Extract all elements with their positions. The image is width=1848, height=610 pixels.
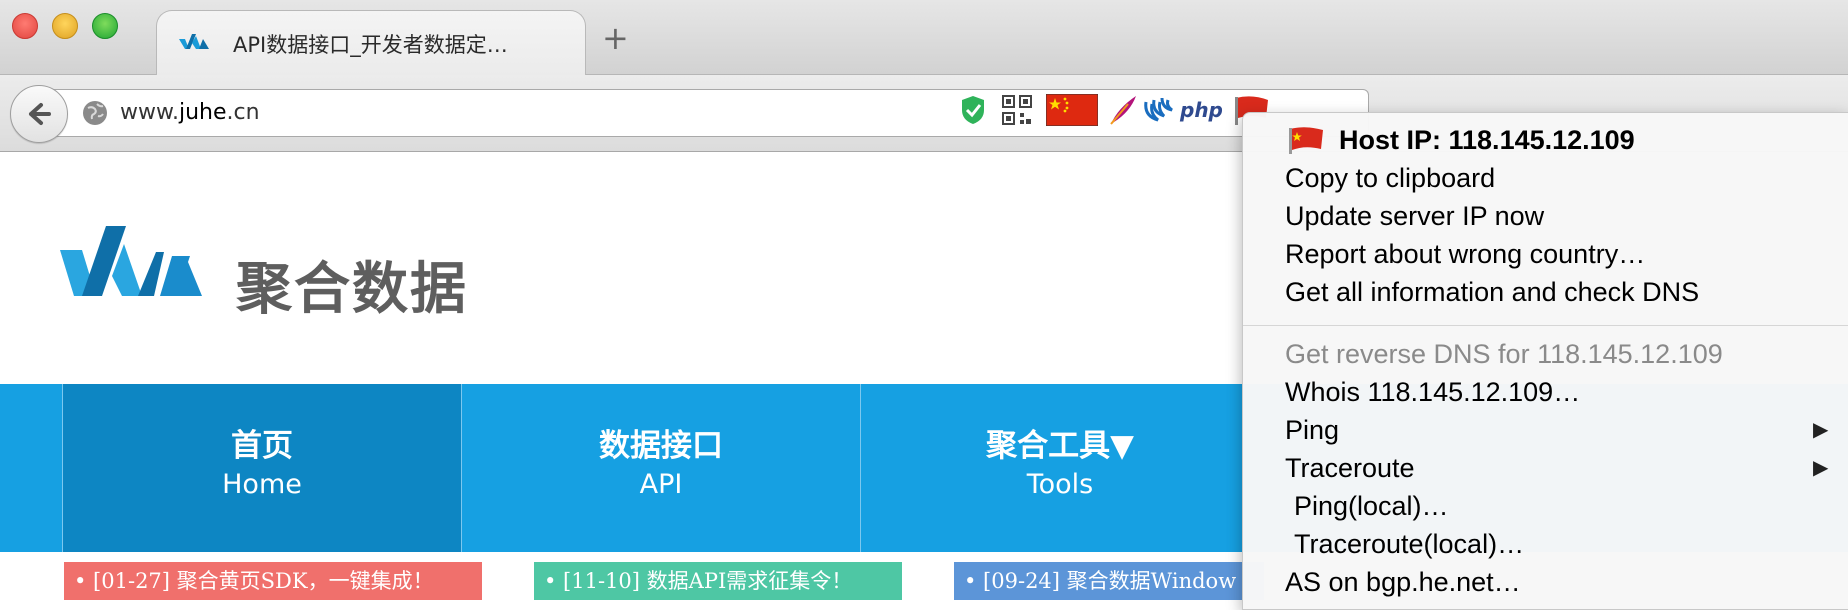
nav-item-tools[interactable]: 聚合工具▼ Tools <box>860 384 1259 552</box>
menu-item-copy-clipboard[interactable]: Copy to clipboard <box>1285 161 1495 195</box>
menu-item-ping[interactable]: Ping <box>1285 413 1339 447</box>
submenu-arrow-icon: ▶ <box>1813 419 1829 441</box>
php-icon[interactable]: php <box>1180 98 1223 122</box>
news-item[interactable]: • [09-24] 聚合数据Window <box>954 562 1264 600</box>
submenu-arrow-icon: ▶ <box>1813 457 1829 479</box>
flagfox-context-menu: Host IP: 118.145.12.109 Copy to clipboar… <box>1242 112 1848 610</box>
back-button[interactable] <box>10 85 68 143</box>
news-item[interactable]: • [01-27] 聚合黄页SDK，一键集成！ <box>64 562 482 600</box>
menu-item-as-lookup[interactable]: AS on bgp.he.net… <box>1285 565 1521 599</box>
menu-item-whois[interactable]: Whois 118.145.12.109… <box>1285 375 1580 409</box>
nav-item-api[interactable]: 数据接口 API <box>461 384 860 552</box>
browser-tab-active[interactable]: API数据接口_开发者数据定… <box>156 10 586 75</box>
menu-item-check-dns[interactable]: Get all information and check DNS <box>1285 275 1699 309</box>
juhe-favicon-icon <box>179 34 209 49</box>
back-arrow-icon <box>29 103 51 125</box>
juhe-logo-icon <box>60 226 202 296</box>
menu-item-update-ip[interactable]: Update server IP now <box>1285 199 1544 233</box>
feather-icon[interactable] <box>1108 94 1138 126</box>
globe-icon <box>83 101 107 125</box>
nav-item-label-zh: 首页 <box>231 428 293 464</box>
nav-item-home[interactable]: 首页 Home <box>62 384 461 552</box>
close-window-button[interactable] <box>12 13 38 39</box>
jquery-icon[interactable] <box>1142 94 1174 126</box>
logo-text: 聚合数据 <box>236 257 468 322</box>
nav-item-label-en: API <box>639 469 683 500</box>
tab-title: API数据接口_开发者数据定… <box>233 33 508 57</box>
nav-item-label-en: Tools <box>1026 469 1094 500</box>
menu-item-ping-local[interactable]: Ping(local)… <box>1294 489 1449 523</box>
china-flag-icon[interactable] <box>1046 94 1098 126</box>
qr-code-icon[interactable] <box>1002 94 1032 126</box>
url-text: www.juhe.cn <box>120 100 260 125</box>
shield-check-icon[interactable] <box>960 94 986 126</box>
menu-separator <box>1243 325 1848 326</box>
new-tab-button[interactable]: + <box>602 22 629 54</box>
news-item[interactable]: • [11-10] 数据API需求征集令！ <box>534 562 902 600</box>
nav-item-label-en: Home <box>222 469 302 500</box>
menu-item-reverse-dns: Get reverse DNS for 118.145.12.109 <box>1285 339 1723 369</box>
menu-item-traceroute-local[interactable]: Traceroute(local)… <box>1294 527 1524 561</box>
nav-item-label-zh: 聚合工具▼ <box>986 428 1134 464</box>
zoom-window-button[interactable] <box>92 13 118 39</box>
minimize-window-button[interactable] <box>52 13 78 39</box>
menu-item-report-country[interactable]: Report about wrong country… <box>1285 237 1645 271</box>
menu-item-traceroute[interactable]: Traceroute <box>1285 451 1415 485</box>
nav-item-label-zh: 数据接口 <box>599 428 723 464</box>
host-ip-header: Host IP: 118.145.12.109 <box>1339 125 1635 155</box>
window-titlebar: API数据接口_开发者数据定… + <box>0 0 1848 75</box>
china-flag-icon <box>1289 127 1323 154</box>
